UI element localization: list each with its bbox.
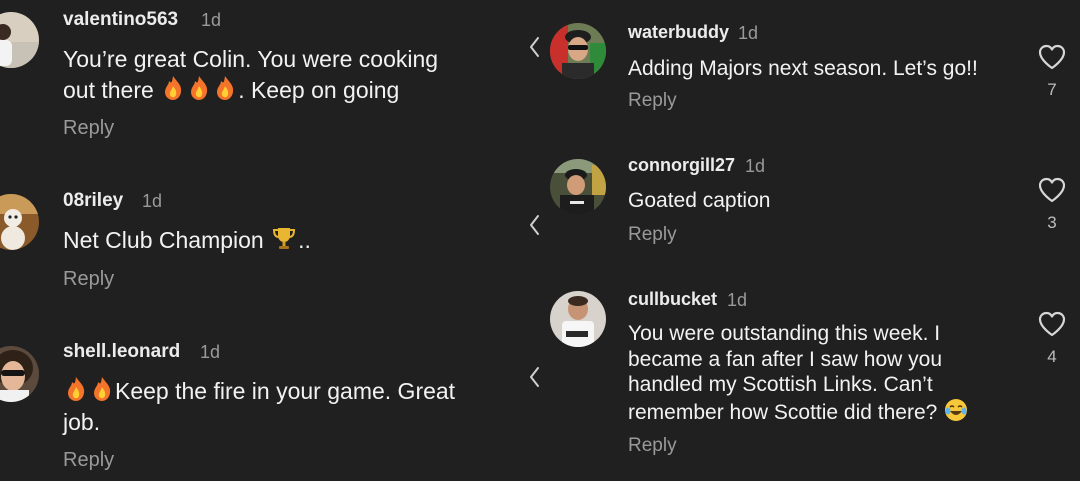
chevron-left-icon[interactable]	[528, 214, 540, 236]
like-count: 7	[1047, 80, 1057, 99]
fire-emoji	[217, 76, 234, 100]
comment-text: Goated caption	[628, 189, 771, 212]
reply-button[interactable]: Reply	[63, 449, 114, 472]
avatar[interactable]	[550, 159, 606, 215]
heart-outline-icon[interactable]	[1038, 311, 1066, 337]
comment-line-text: Net Club Champion	[63, 227, 271, 253]
comment-line: You were outstanding this week. I	[628, 322, 941, 345]
avatar[interactable]	[0, 12, 39, 68]
username[interactable]: shell.leonard	[63, 341, 180, 363]
chevron-left-icon[interactable]	[528, 366, 540, 388]
avatar[interactable]	[550, 291, 606, 347]
timestamp: 1d	[738, 23, 759, 43]
username[interactable]: waterbuddy	[628, 22, 729, 43]
username[interactable]: cullbucket	[628, 289, 717, 310]
comment-text: You’re great Colin. You were cooking out…	[63, 44, 438, 106]
timestamp: 1d	[200, 342, 221, 362]
fire-emoji	[165, 76, 182, 100]
comment-line: became a fan after I saw how you	[628, 347, 943, 371]
reply-button[interactable]: Reply	[63, 117, 114, 140]
trophy-emoji	[273, 228, 296, 249]
comments-screen: valentino563 1d You’re great Colin. You …	[0, 0, 1080, 481]
comment-line: handled my Scottish Links. Can’t	[628, 373, 933, 396]
like-count: 3	[1047, 213, 1057, 232]
comment-line-text: remember how Scottie did there?	[628, 400, 938, 424]
timestamp: 1d	[142, 191, 163, 211]
username[interactable]: 08riley	[63, 190, 123, 212]
timestamp: 1d	[727, 290, 748, 310]
fire-emoji	[94, 377, 111, 401]
comment-line: Keep the fire in your game. Great	[63, 376, 455, 407]
username[interactable]: valentino563	[63, 9, 178, 31]
comment-line: out there . Keep on going	[63, 75, 438, 106]
comment-text: Net Club Champion ..	[63, 225, 311, 256]
username[interactable]: connorgill27	[628, 155, 735, 176]
reply-button[interactable]: Reply	[63, 268, 114, 291]
comment-text: You were outstanding this week. I became…	[628, 321, 969, 425]
reply-button[interactable]: Reply	[628, 224, 677, 246]
avatar[interactable]	[550, 23, 606, 79]
comment-line: job.	[63, 409, 101, 435]
comment-text: Keep the fire in your game. Great job.	[63, 376, 455, 438]
comment-line-text: . Keep on going	[238, 77, 400, 103]
chevron-left-icon[interactable]	[528, 36, 540, 58]
heart-outline-icon[interactable]	[1038, 177, 1066, 203]
comment-line-text: out there	[63, 77, 161, 103]
heart-outline-icon[interactable]	[1038, 44, 1066, 70]
comment-line: You’re great Colin. You were cooking	[63, 46, 439, 72]
fire-emoji	[68, 377, 85, 401]
comment-line-text: ..	[298, 227, 311, 253]
reply-button[interactable]: Reply	[628, 435, 677, 457]
comment-line: remember how Scottie did there?	[628, 398, 969, 426]
avatar[interactable]	[0, 194, 39, 250]
reply-button[interactable]: Reply	[628, 90, 677, 112]
fire-emoji	[191, 76, 208, 100]
comment-text: Adding Majors next season. Let’s go!!	[628, 57, 978, 80]
timestamp: 1d	[745, 156, 766, 176]
avatar[interactable]	[0, 346, 39, 402]
like-count: 4	[1047, 347, 1057, 366]
tears-of-joy-emoji	[945, 398, 968, 421]
comment-line-text: Keep the fire in your game. Great	[115, 378, 456, 404]
timestamp: 1d	[201, 10, 222, 30]
